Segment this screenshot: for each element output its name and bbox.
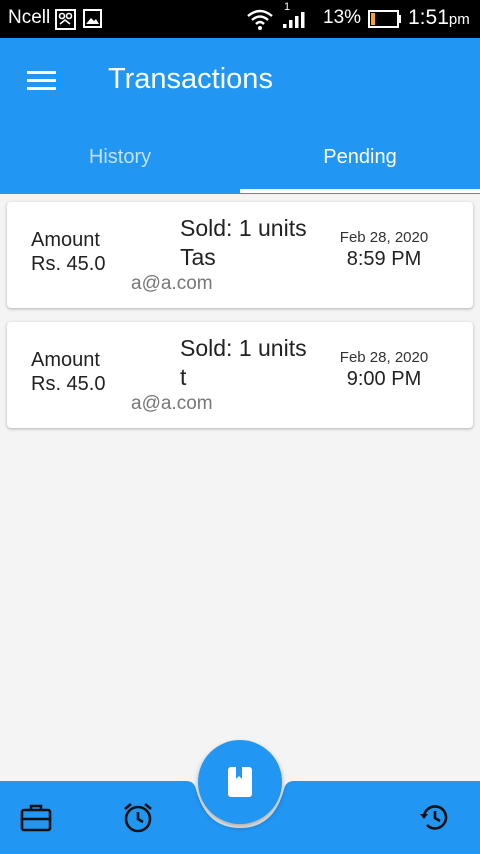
page-title: Transactions [108,63,273,95]
transaction-time: 8:59 PM [346,248,422,270]
transaction-date: Feb 28, 2020 [339,349,429,366]
status-clock: 1:51pm [408,6,470,29]
sold-units: Sold: 1 units [180,335,307,361]
transaction-card[interactable]: Amount Rs. 45.0 Sold: 1 units t a@a.com … [7,322,473,428]
alarm-clock-icon[interactable] [122,801,154,833]
transaction-time: 9:00 PM [346,368,422,390]
app-bar: Transactions History Pending [0,38,480,194]
transaction-date: Feb 28, 2020 [339,229,429,246]
customer-email: a@a.com [131,273,213,294]
item-name: t [180,364,187,390]
sold-units: Sold: 1 units [180,215,307,241]
item-name: Tas [180,244,216,270]
battery-percent: 13% [323,7,362,28]
customer-email: a@a.com [131,393,213,414]
tab-indicator [240,189,480,193]
wifi-icon [246,8,274,35]
signal-icon [283,12,307,33]
tab-history[interactable]: History [0,134,240,194]
amount-value: Rs. 45.0 [31,373,106,395]
amount-label: Amount [31,229,100,251]
tab-pending[interactable]: Pending [240,134,480,194]
history-icon[interactable] [418,801,450,833]
transaction-card[interactable]: Amount Rs. 45.0 Sold: 1 units Tas a@a.co… [7,202,473,308]
amount-value: Rs. 45.0 [31,253,106,275]
carrier-name: Ncell [8,7,51,28]
book-icon [228,767,252,797]
amount-label: Amount [31,349,100,371]
hamburger-menu-icon[interactable] [27,71,56,91]
briefcase-icon[interactable] [20,801,52,833]
book-fab-button[interactable] [198,740,282,824]
battery-icon [368,10,402,33]
sim-card-icon [55,9,76,35]
image-icon [83,9,102,33]
status-bar: Ncell 1 13% 1:51pm [0,0,480,38]
